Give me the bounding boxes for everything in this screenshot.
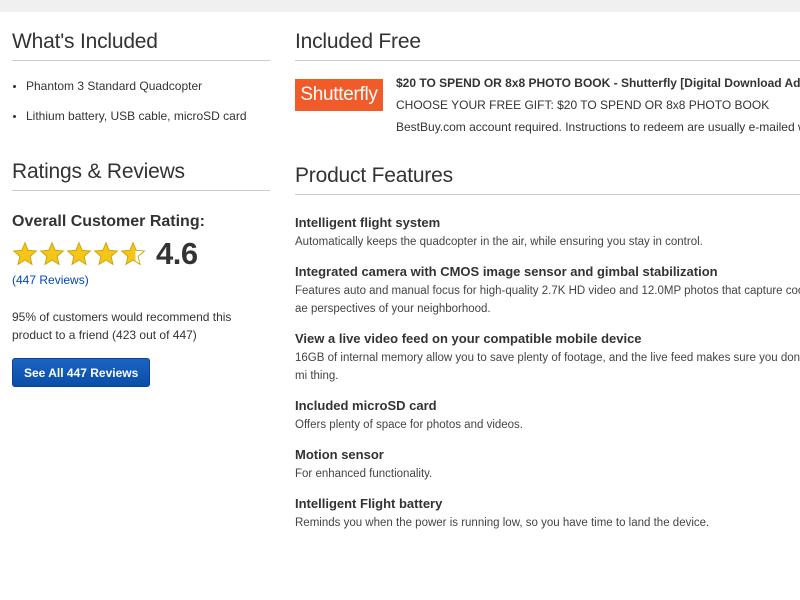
whats-included-title: What's Included: [12, 30, 270, 61]
star-icon: [120, 241, 146, 266]
feature-description: Features auto and manual focus for high-…: [295, 285, 800, 315]
feature-description: For enhanced functionality.: [295, 468, 433, 480]
reviews-count-link[interactable]: (447 Reviews): [12, 273, 89, 287]
top-bar: [0, 0, 800, 12]
gift-title[interactable]: $20 TO SPEND OR 8x8 PHOTO BOOK - Shutter…: [396, 72, 800, 94]
feature-name: Intelligent flight system: [295, 215, 441, 230]
feature-description: Reminds you when the power is running lo…: [295, 517, 710, 529]
rating-row: 4.6: [12, 236, 270, 271]
feature-name: View a live video feed on your compatibl…: [295, 331, 642, 346]
included-list: Phantom 3 Standard Quadcopter Lithium ba…: [12, 79, 270, 124]
feature-name: Intelligent Flight battery: [295, 496, 443, 511]
feature-item: Integrated camera with CMOS image sensor…: [295, 264, 800, 318]
left-column: What's Included Phantom 3 Standard Quadc…: [12, 30, 270, 387]
gift-details: $20 TO SPEND OR 8x8 PHOTO BOOK - Shutter…: [396, 72, 800, 138]
included-free-title: Included Free: [295, 30, 800, 61]
star-icon: [39, 241, 65, 266]
star-rating: [12, 241, 146, 267]
rating-value: 4.6: [156, 236, 198, 271]
feature-item: Motion sensor For enhanced functionality…: [295, 447, 800, 483]
product-features-title: Product Features: [295, 164, 800, 195]
overall-rating-label: Overall Customer Rating:: [12, 213, 205, 230]
feature-item: View a live video feed on your compatibl…: [295, 331, 800, 385]
right-column: Included Free Shutterfly $20 TO SPEND OR…: [295, 30, 800, 545]
feature-name: Integrated camera with CMOS image sensor…: [295, 264, 718, 279]
feature-description: Automatically keeps the quadcopter in th…: [295, 236, 703, 248]
feature-description: Offers plenty of space for photos and vi…: [295, 419, 524, 431]
feature-list: Intelligent flight system Automatically …: [295, 215, 800, 532]
feature-item: Included microSD card Offers plenty of s…: [295, 398, 800, 434]
feature-name: Included microSD card: [295, 398, 437, 413]
feature-item: Intelligent flight system Automatically …: [295, 215, 800, 251]
feature-item: Intelligent Flight battery Reminds you w…: [295, 496, 800, 532]
gift-offer: Shutterfly $20 TO SPEND OR 8x8 PHOTO BOO…: [295, 76, 800, 138]
recommend-text: 95% of customers would recommend this pr…: [12, 310, 232, 342]
star-icon: [12, 241, 38, 266]
gift-note: BestBuy.com account required. Instructio…: [396, 120, 800, 134]
list-item: Phantom 3 Standard Quadcopter: [12, 79, 270, 94]
ratings-reviews-title: Ratings & Reviews: [12, 160, 270, 191]
star-icon: [93, 241, 119, 266]
feature-name: Motion sensor: [295, 447, 384, 462]
feature-description: 16GB of internal memory allow you to sav…: [295, 352, 800, 382]
see-all-reviews-button[interactable]: See All 447 Reviews: [12, 358, 151, 387]
list-item: Lithium battery, USB cable, microSD card: [12, 109, 270, 124]
gift-description: CHOOSE YOUR FREE GIFT: $20 TO SPEND OR 8…: [396, 98, 770, 112]
shutterfly-logo: Shutterfly: [295, 79, 383, 111]
star-icon: [66, 241, 92, 266]
